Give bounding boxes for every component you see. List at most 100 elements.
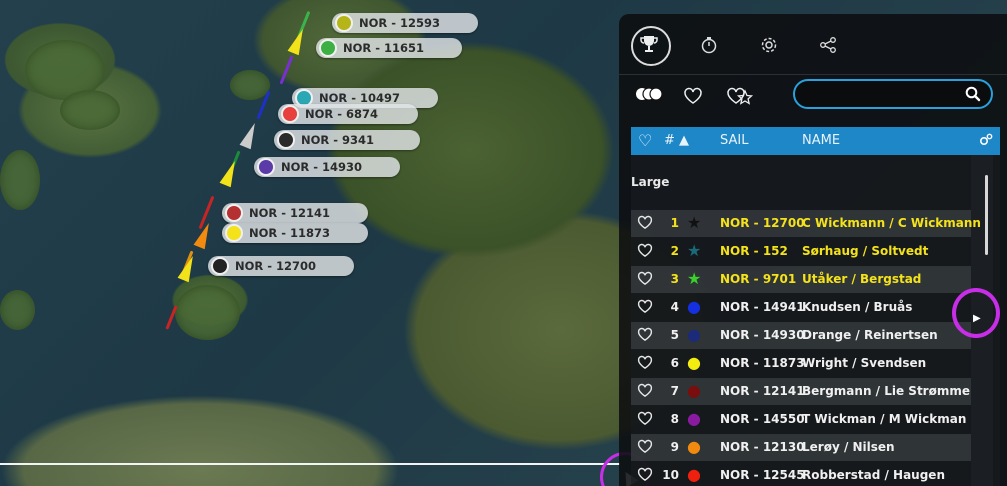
table-row[interactable]: 9 ● NOR - 12130 Lerøy / Nilsen: [631, 434, 971, 461]
boat-marker-icon: ●: [687, 465, 701, 484]
sail-column-header[interactable]: SAIL: [720, 133, 748, 148]
boat-marker[interactable]: [287, 26, 309, 56]
rank-column-header[interactable]: # ▲: [664, 133, 689, 148]
boat-color-dot: [257, 158, 275, 176]
boat-sail-label: NOR - 10497: [319, 91, 401, 105]
scrollbar-thumb[interactable]: [985, 175, 988, 255]
sail-cell: NOR - 14550: [720, 412, 805, 426]
heart-icon[interactable]: [683, 87, 703, 109]
favorite-heart-icon[interactable]: [637, 439, 653, 457]
name-cell: Lerøy / Nilsen: [802, 440, 895, 454]
table-row[interactable]: 5 ● NOR - 14930 Drange / Reinertsen: [631, 322, 971, 349]
table-row[interactable]: 4 ● NOR - 14941 Knudsen / Bruås: [631, 294, 971, 321]
boat-label[interactable]: NOR - 9341: [274, 130, 420, 150]
name-cell: Robberstad / Haugen: [802, 468, 945, 482]
search-box[interactable]: [793, 79, 993, 109]
boat-marker-icon: ●: [687, 437, 701, 456]
sail-cell: NOR - 12130: [720, 440, 805, 454]
sail-cell: NOR - 12141: [720, 384, 805, 398]
boat-label[interactable]: NOR - 12141: [222, 203, 368, 223]
sail-cell: NOR - 12545: [720, 468, 805, 482]
boat-marker-icon: ●: [687, 381, 701, 400]
favorite-heart-icon[interactable]: [637, 355, 653, 373]
favorite-heart-icon[interactable]: [637, 411, 653, 429]
boat-color-dot: [335, 14, 353, 32]
rank-cell: 9: [670, 440, 679, 454]
name-column-header[interactable]: NAME: [802, 133, 840, 148]
sail-cell: NOR - 11873: [720, 356, 805, 370]
rank-cell: 3: [670, 272, 679, 286]
boat-marker[interactable]: [177, 253, 199, 283]
island: [0, 150, 40, 210]
boat-marker-icon: ★: [687, 269, 702, 288]
table-row[interactable]: 10 ● NOR - 12545 Robberstad / Haugen: [631, 462, 971, 486]
boat-color-dot: [211, 257, 229, 275]
search-icon[interactable]: [965, 86, 981, 106]
stopwatch-icon[interactable]: [696, 32, 722, 58]
favorite-heart-icon[interactable]: [637, 467, 653, 485]
sail-cell: NOR - 152: [720, 244, 788, 258]
rank-cell: 1: [670, 216, 679, 230]
favorite-heart-icon[interactable]: [637, 383, 653, 401]
sail-cell: NOR - 14941: [720, 300, 805, 314]
favorite-heart-icon[interactable]: [637, 299, 653, 317]
rank-cell: 7: [670, 384, 679, 398]
rank-cell: 5: [670, 328, 679, 342]
table-row[interactable]: 8 ● NOR - 14550 T Wickman / M Wickman: [631, 406, 971, 433]
divider: [619, 74, 1007, 75]
table-header: ♡ # ▲ SAIL NAME: [631, 127, 1000, 155]
table-row[interactable]: 6 ● NOR - 11873 Wright / Svendsen: [631, 350, 971, 377]
boat-marker[interactable]: [193, 220, 215, 250]
boat-marker[interactable]: [219, 158, 241, 188]
boat-marker-icon: ★: [687, 213, 702, 232]
boat-color-dot: [277, 131, 295, 149]
boat-trail: [279, 55, 294, 85]
click-highlight: [952, 288, 1000, 338]
boat-label[interactable]: NOR - 14930: [254, 157, 400, 177]
name-cell: C Wickmann / C Wickmann: [802, 216, 981, 230]
boat-label[interactable]: NOR - 11873: [222, 223, 368, 243]
boat-color-dot: [281, 105, 299, 123]
table-row[interactable]: 1 ★ NOR - 12700 C Wickmann / C Wickmann: [631, 210, 981, 237]
island: [0, 290, 35, 330]
trophy-icon[interactable]: [636, 31, 662, 57]
leaderboard-panel: ♡ # ▲ SAIL NAME Large 1 ★ NOR - 12700 C Wic…: [619, 14, 1007, 486]
table-row[interactable]: 2 ★ NOR - 152 Sørhaug / Soltvedt: [631, 238, 971, 265]
table-row[interactable]: 7 ● NOR - 12141 Bergmann / Lie Strømme: [631, 378, 971, 405]
favorite-heart-icon[interactable]: [637, 243, 653, 261]
rank-cell: 6: [670, 356, 679, 370]
timeline-bar[interactable]: [0, 463, 620, 465]
boat-label[interactable]: NOR - 12593: [332, 13, 478, 33]
boat-sail-label: NOR - 12141: [249, 206, 331, 220]
boat-sail-label: NOR - 14930: [281, 160, 363, 174]
gear-icon[interactable]: [756, 32, 782, 58]
table-row[interactable]: 3 ★ NOR - 9701 Utåker / Bergstad: [631, 266, 971, 293]
boat-marker-icon: ●: [687, 409, 701, 428]
rank-cell: 10: [662, 468, 679, 482]
settings-gears-icon[interactable]: [979, 133, 993, 151]
boat-label[interactable]: NOR - 6874: [278, 104, 418, 124]
boat-sail-label: NOR - 11651: [343, 41, 425, 55]
boat-sail-label: NOR - 11873: [249, 226, 331, 240]
name-cell: Drange / Reinertsen: [802, 328, 938, 342]
boat-marker[interactable]: [239, 120, 261, 150]
island: [60, 90, 120, 130]
favorite-heart-icon[interactable]: [637, 271, 653, 289]
sail-cell: NOR - 12700: [720, 216, 805, 230]
search-input[interactable]: [805, 84, 969, 106]
favorite-heart-icon[interactable]: [637, 327, 653, 345]
name-cell: Utåker / Bergstad: [802, 272, 922, 286]
name-cell: Bergmann / Lie Strømme: [802, 384, 970, 398]
all-boats-icon[interactable]: [635, 86, 663, 105]
rank-cell: 4: [670, 300, 679, 314]
boat-marker-icon: ★: [687, 241, 702, 260]
share-icon[interactable]: [815, 32, 841, 58]
favorite-heart-icon[interactable]: [637, 215, 653, 233]
fav-column-header[interactable]: ♡: [638, 131, 652, 150]
boat-sail-label: NOR - 12593: [359, 16, 441, 30]
boat-marker-icon: ●: [687, 353, 701, 372]
boat-label[interactable]: NOR - 12700: [208, 256, 354, 276]
boat-marker-icon: ●: [687, 297, 701, 316]
boat-label[interactable]: NOR - 11651: [316, 38, 462, 58]
heart-star-icon[interactable]: [726, 87, 754, 109]
